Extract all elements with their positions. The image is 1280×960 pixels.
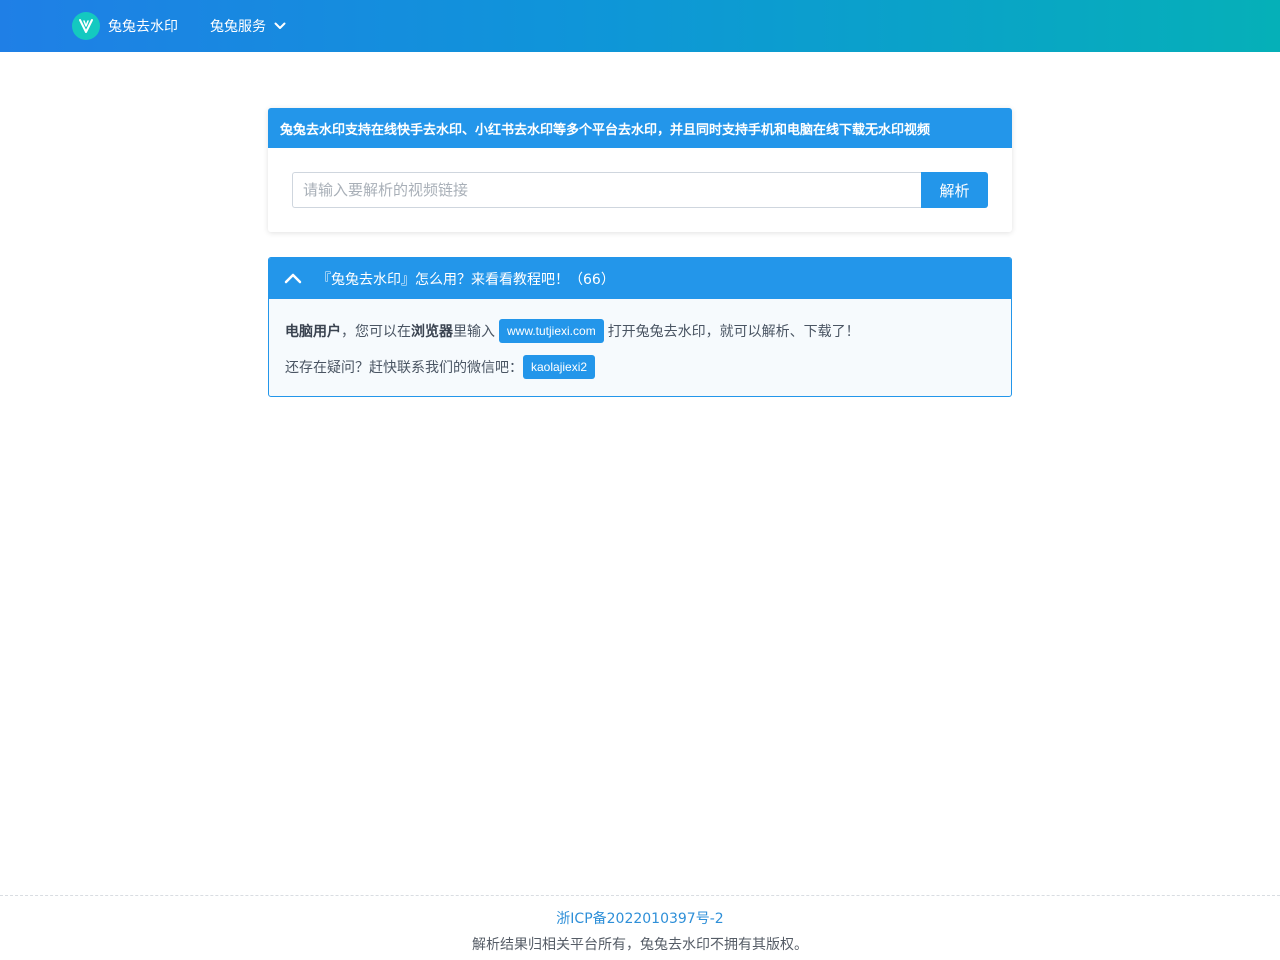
- services-menu[interactable]: 兔兔服务: [210, 12, 286, 40]
- brand-link[interactable]: 兔兔去水印: [72, 12, 178, 40]
- site-url-tag[interactable]: www.tutjiexi.com: [499, 319, 604, 343]
- brand-name: 兔兔去水印: [108, 19, 178, 35]
- tutorial-toggle[interactable]: 『兔兔去水印』怎么用？来看看教程吧！（66）: [269, 258, 1011, 299]
- pc-user-label: 电脑用户: [285, 324, 341, 340]
- copyright-notice: 解析结果归相关平台所有，兔兔去水印不拥有其版权。: [472, 937, 808, 953]
- tutorial-body: 电脑用户 ，您可以在 浏览器 里输入 www.tutjiexi.com 打开兔兔…: [269, 299, 1011, 379]
- tutorial-title: 『兔兔去水印』怎么用？来看看教程吧！（66）: [317, 271, 615, 288]
- tutorial-text: 里输入: [453, 324, 495, 340]
- parse-banner: 兔兔去水印支持在线快手去水印、小红书去水印等多个平台去水印，并且同时支持手机和电…: [268, 108, 1012, 148]
- tutorial-panel: 『兔兔去水印』怎么用？来看看教程吧！（66） 电脑用户 ，您可以在 浏览器 里输…: [268, 257, 1012, 397]
- top-navbar: 兔兔去水印 兔兔服务: [0, 0, 1280, 52]
- services-menu-label: 兔兔服务: [210, 19, 266, 35]
- tutorial-line-contact: 还存在疑问？赶快联系我们的微信吧： kaolajiexi2: [285, 355, 995, 379]
- parse-card: 兔兔去水印支持在线快手去水印、小红书去水印等多个平台去水印，并且同时支持手机和电…: [268, 108, 1012, 232]
- tutorial-text: 打开兔兔去水印，就可以解析、下载了！: [607, 324, 860, 340]
- page-footer: 浙ICP备2022010397号-2 解析结果归相关平台所有，兔兔去水印不拥有其…: [0, 895, 1280, 960]
- wechat-id-tag[interactable]: kaolajiexi2: [523, 355, 596, 379]
- chevron-down-icon: [274, 22, 286, 29]
- chevron-up-icon: [269, 273, 317, 284]
- parse-button[interactable]: 解析: [921, 172, 988, 208]
- tutorial-text: 还存在疑问？赶快联系我们的微信吧：: [285, 360, 523, 376]
- browser-label: 浏览器: [411, 324, 453, 340]
- video-url-input[interactable]: [292, 172, 921, 208]
- parse-form: 解析: [292, 172, 988, 208]
- tutorial-line-browser: 电脑用户 ，您可以在 浏览器 里输入 www.tutjiexi.com 打开兔兔…: [285, 319, 995, 343]
- icp-link[interactable]: 浙ICP备2022010397号-2: [0, 908, 1280, 928]
- tutu-logo-icon: [72, 12, 100, 40]
- tutorial-text: ，您可以在: [341, 324, 411, 340]
